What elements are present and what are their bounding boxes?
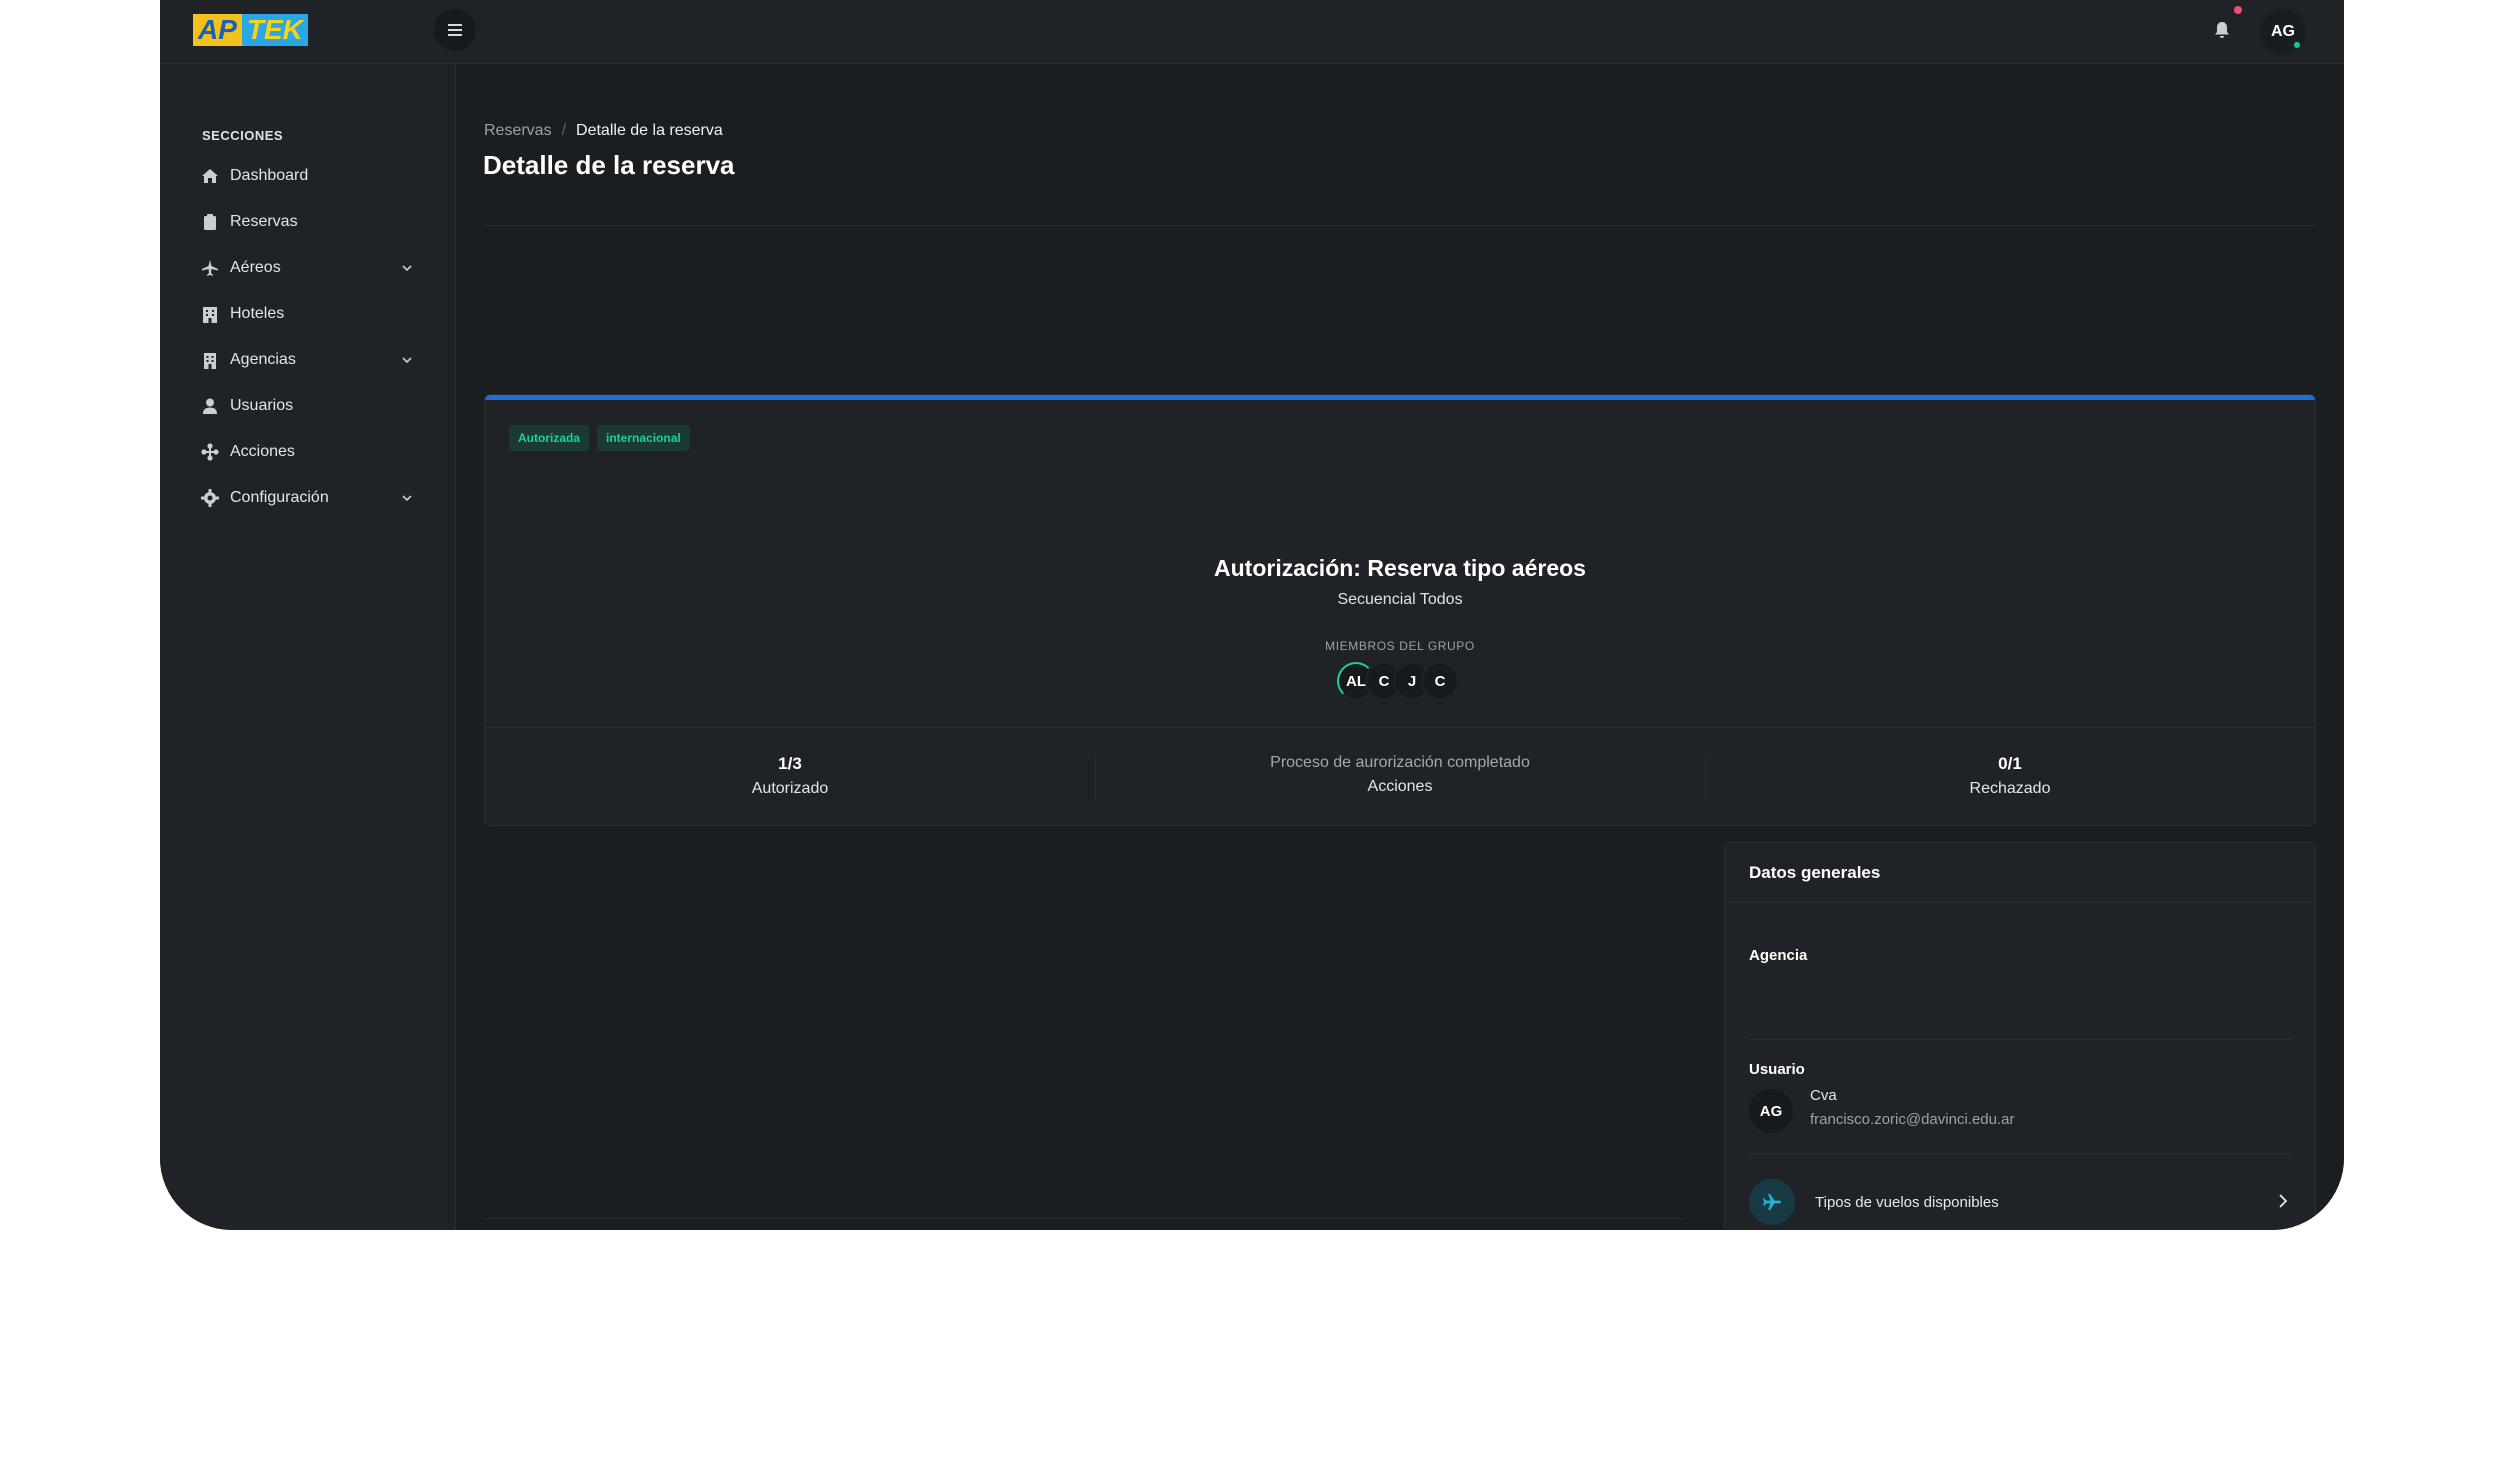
section-divider bbox=[1749, 1039, 2293, 1040]
sidebar-item-hoteles[interactable]: Hoteles bbox=[200, 296, 416, 332]
stat-value: Proceso de aurorización completado bbox=[1270, 754, 1530, 771]
plane-icon bbox=[1749, 1179, 1795, 1225]
main-content: Reservas / Detalle de la reserva Detalle… bbox=[456, 64, 2344, 1230]
notification-dot bbox=[2234, 6, 2242, 14]
flight-types-link[interactable]: Tipos de vuelos disponibles bbox=[1749, 1177, 2293, 1227]
online-status-dot bbox=[2292, 40, 2302, 50]
header-divider bbox=[484, 225, 2316, 226]
sidebar-item-reservas[interactable]: Reservas bbox=[200, 204, 416, 240]
clipboard-icon bbox=[200, 212, 220, 232]
card-accent-line bbox=[485, 395, 2315, 400]
notifications-button[interactable] bbox=[2210, 18, 2234, 42]
hamburger-menu-button[interactable] bbox=[434, 9, 476, 51]
aptek-logo[interactable]: AP TEK bbox=[193, 14, 308, 46]
chevron-down-icon bbox=[398, 489, 416, 507]
page-title: Detalle de la reserva bbox=[483, 150, 735, 180]
section-divider bbox=[1749, 1153, 2293, 1154]
sidebar-item-agencias[interactable]: Agencias bbox=[200, 342, 416, 378]
chevron-down-icon bbox=[398, 351, 416, 369]
badge-group: Autorizada internacional bbox=[509, 425, 690, 451]
sidebar-item-dashboard[interactable]: Dashboard bbox=[200, 158, 416, 194]
logo-part-tek: TEK bbox=[241, 14, 308, 46]
stat-value: 0/1 bbox=[1998, 754, 2022, 773]
stat-value: 1/3 bbox=[778, 754, 802, 773]
general-data-card: Datos generales Agencia Usuario AG Cva f… bbox=[1724, 842, 2316, 1230]
building-icon bbox=[200, 350, 220, 370]
authorization-title: Autorización: Reserva tipo aéreos bbox=[1214, 555, 1586, 581]
stat-actions: Proceso de aurorización completado Accio… bbox=[1095, 728, 1705, 825]
sidebar-item-label: Aéreos bbox=[230, 259, 281, 276]
hamburger-icon bbox=[448, 24, 462, 36]
breadcrumb-separator: / bbox=[561, 122, 567, 139]
member-avatar[interactable]: C bbox=[1421, 662, 1459, 700]
flight-types-label: Tipos de vuelos disponibles bbox=[1815, 1193, 1999, 1211]
authorization-card: Autorizada internacional Autorización: R… bbox=[484, 394, 2316, 826]
breadcrumb-current: Detalle de la reserva bbox=[576, 122, 723, 139]
stat-rejected: 0/1 Rechazado bbox=[1705, 728, 2315, 825]
stat-label: Autorizado bbox=[751, 780, 829, 797]
sidebar-item-label: Reservas bbox=[230, 213, 298, 230]
stat-label: Rechazado bbox=[1969, 780, 2051, 797]
sidebar-item-label: Acciones bbox=[230, 443, 295, 460]
sidebar-item-label: Agencias bbox=[230, 351, 296, 368]
actions-icon bbox=[200, 442, 220, 462]
breadcrumb-link-reservas[interactable]: Reservas bbox=[484, 122, 552, 140]
sidebar-item-acciones[interactable]: Acciones bbox=[200, 434, 416, 470]
chevron-right-icon bbox=[2273, 1191, 2293, 1211]
authorization-subtitle: Secuencial Todos bbox=[1337, 591, 1463, 608]
sidebar-item-label: Dashboard bbox=[230, 167, 309, 184]
sidebar-item-usuarios[interactable]: Usuarios bbox=[200, 388, 416, 424]
app-window: AP TEK AG SECCIONES Dashboard Reservas A… bbox=[160, 0, 2344, 1230]
sidebar: SECCIONES Dashboard Reservas Aéreos Hote… bbox=[160, 64, 456, 1230]
user-name: Cva bbox=[1810, 1087, 1837, 1104]
user-email: francisco.zoric@davinci.edu.ar bbox=[1810, 1111, 2015, 1128]
plane-icon bbox=[200, 258, 220, 278]
members-label: MIEMBROS DEL GRUPO bbox=[1325, 639, 1475, 653]
card-title: Datos generales bbox=[1725, 843, 2315, 903]
sidebar-heading: SECCIONES bbox=[202, 128, 284, 143]
chevron-down-icon bbox=[398, 259, 416, 277]
sidebar-item-label: Usuarios bbox=[230, 397, 294, 414]
logo-part-ap: AP bbox=[193, 14, 242, 46]
stat-authorized: 1/3 Autorizado bbox=[485, 728, 1095, 825]
authorization-stats: 1/3 Autorizado Proceso de aurorización c… bbox=[485, 727, 2315, 825]
sidebar-item-label: Hoteles bbox=[230, 305, 285, 322]
sidebar-item-label: Configuración bbox=[230, 489, 329, 506]
bell-icon bbox=[2215, 22, 2229, 38]
sidebar-item-configuracion[interactable]: Configuración bbox=[200, 480, 416, 516]
avatar: AG bbox=[1749, 1089, 1793, 1133]
breadcrumb: Reservas / Detalle de la reserva bbox=[484, 122, 723, 140]
status-badge: Autorizada bbox=[509, 425, 590, 451]
top-bar: AP TEK AG bbox=[160, 0, 2344, 64]
user-label: Usuario bbox=[1749, 1061, 1805, 1078]
sidebar-item-aereos[interactable]: Aéreos bbox=[200, 250, 416, 286]
agency-label: Agencia bbox=[1749, 947, 1808, 964]
gear-icon bbox=[200, 488, 220, 508]
stat-label: Acciones bbox=[1367, 778, 1433, 795]
content-divider bbox=[484, 1218, 1684, 1219]
type-badge: internacional bbox=[597, 425, 690, 451]
group-members: AL C J C bbox=[1337, 659, 1459, 703]
hotel-icon bbox=[200, 304, 220, 324]
user-icon bbox=[200, 396, 220, 416]
home-icon bbox=[200, 166, 220, 186]
